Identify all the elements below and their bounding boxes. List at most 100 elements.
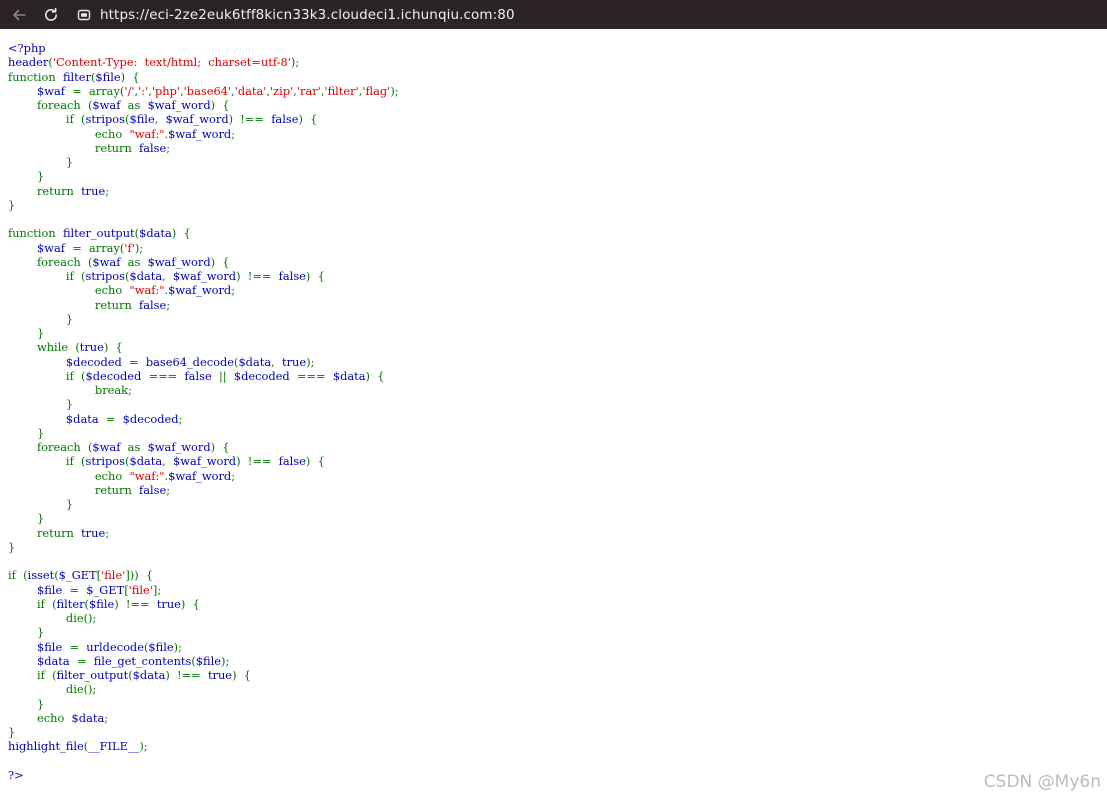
- site-info-icon[interactable]: [76, 7, 92, 23]
- code-token: ===: [148, 368, 185, 383]
- code-token: $waf: [8, 240, 73, 255]
- code-token: ) {: [210, 254, 230, 269]
- code-token: $waf: [92, 440, 128, 454]
- code-token: highlight_file: [8, 739, 84, 754]
- code-token: ) {: [171, 226, 191, 241]
- code-token: function: [8, 226, 63, 241]
- code-token: $waf_word: [173, 269, 237, 283]
- code-token: $waf_word: [168, 283, 232, 298]
- code-token: if (: [8, 112, 86, 127]
- code-token: 'zip': [270, 83, 294, 98]
- code-token: ||: [218, 368, 234, 383]
- code-token: false: [139, 297, 167, 312]
- code-line: foreach ($waf as $waf_word) {: [8, 98, 230, 112]
- code-token: =: [69, 582, 87, 597]
- code-token: 'flag': [362, 83, 391, 98]
- code-token: return: [8, 183, 82, 198]
- code-token: ':': [138, 83, 149, 98]
- code-token: return: [8, 525, 82, 540]
- code-token: }: [8, 397, 74, 412]
- code-token: return: [8, 482, 140, 497]
- code-token: ;: [231, 126, 236, 141]
- code-token: ;: [166, 297, 171, 312]
- code-token: =: [105, 411, 123, 426]
- code-token: $_GET: [58, 568, 97, 583]
- code-token: }: [8, 625, 45, 640]
- code-token: }: [8, 169, 45, 184]
- code-line: }: [8, 155, 73, 169]
- code-token: <?php: [8, 41, 46, 55]
- url-text[interactable]: https://eci-2ze2euk6tff8kicn33k3.cloudec…: [100, 7, 515, 23]
- code-token: ) !==: [114, 596, 157, 611]
- code-token: isset: [27, 568, 55, 583]
- code-token: $data: [8, 653, 77, 668]
- code-token: ) !==: [228, 112, 272, 127]
- code-line: ?>: [8, 768, 24, 782]
- code-token: echo: [8, 283, 130, 298]
- code-token: $file: [195, 653, 222, 668]
- code-token: false: [278, 454, 306, 469]
- code-line: $data = $decoded;: [8, 412, 182, 426]
- code-token: as: [127, 98, 148, 112]
- reload-icon: [45, 7, 57, 21]
- code-line: highlight_file(__FILE__);: [8, 739, 148, 753]
- code-token: filter_output: [62, 226, 135, 241]
- code-token: );: [290, 55, 300, 70]
- code-line: echo "waf:".$waf_word;: [8, 469, 235, 483]
- code-token: }: [8, 425, 45, 440]
- code-line: if (filter($file) !== true) {: [8, 597, 200, 611]
- code-token: ;: [104, 710, 109, 725]
- code-token: urldecode: [86, 639, 144, 654]
- code-line: return true;: [8, 184, 109, 198]
- code-token: =: [129, 354, 146, 369]
- code-token: ;: [105, 525, 110, 540]
- code-token: '/': [124, 83, 135, 98]
- code-token: while (: [8, 340, 80, 355]
- code-token: $file: [148, 639, 174, 654]
- code-token: stripos: [85, 269, 125, 283]
- code-token: return: [8, 297, 140, 312]
- code-line: die();: [8, 611, 96, 625]
- code-token: );: [139, 739, 148, 754]
- code-token: foreach (: [8, 98, 93, 112]
- code-token: false: [278, 269, 306, 283]
- code-token: $waf_word: [168, 126, 232, 141]
- code-token: }: [8, 511, 45, 526]
- code-token: $file: [129, 112, 155, 127]
- code-token: if (: [8, 568, 28, 583]
- code-token: }: [8, 539, 16, 554]
- code-token: $data: [132, 668, 166, 682]
- code-token: $data: [238, 354, 272, 369]
- code-token: 'rar': [296, 83, 321, 98]
- back-button[interactable]: [6, 2, 32, 28]
- code-token: true: [207, 668, 233, 682]
- code-token: ,: [162, 454, 174, 469]
- code-token: ===: [296, 368, 333, 383]
- code-token: false: [139, 482, 167, 497]
- code-token: }: [8, 197, 16, 212]
- code-token: $decoded: [122, 411, 179, 426]
- code-token: ;: [166, 482, 171, 497]
- code-token: if (: [8, 596, 57, 611]
- code-token: ) !==: [165, 668, 208, 682]
- code-token: ?>: [8, 767, 24, 782]
- code-token: $decoded: [8, 354, 130, 369]
- code-token: false: [184, 368, 219, 383]
- code-token: echo: [8, 710, 72, 725]
- code-line: if (stripos($data, $waf_word) !== false)…: [8, 269, 325, 283]
- code-token: );: [134, 240, 144, 255]
- code-line: $waf = array('f');: [8, 241, 143, 255]
- code-token: }: [8, 326, 45, 340]
- code-token: ) {: [210, 98, 230, 112]
- code-token: 'filter': [324, 83, 359, 98]
- code-token: $file: [95, 69, 121, 84]
- reload-button[interactable]: [38, 2, 64, 28]
- address-bar[interactable]: https://eci-2ze2euk6tff8kicn33k3.cloudec…: [76, 2, 515, 28]
- code-token: $data: [332, 368, 366, 383]
- code-token: $waf_word: [165, 112, 229, 127]
- code-line: header('Content-Type: text/html; charset…: [8, 55, 299, 69]
- code-line: echo $data;: [8, 711, 108, 725]
- code-token: 'file': [128, 582, 153, 597]
- code-token: $data: [8, 411, 106, 426]
- code-token: true: [79, 340, 104, 355]
